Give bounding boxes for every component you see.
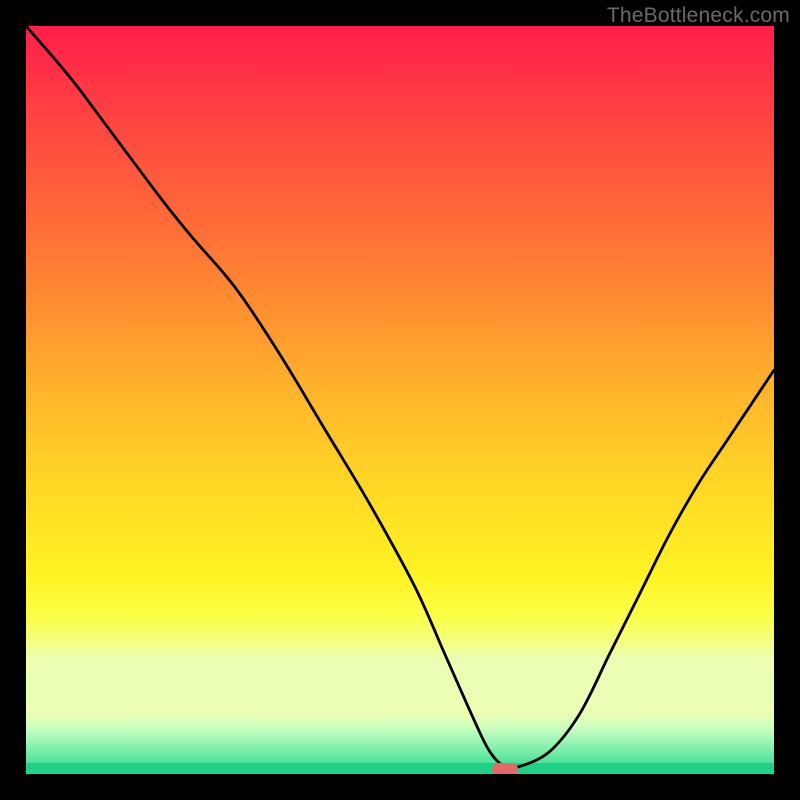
curve-svg [26, 26, 774, 774]
plot-area [26, 26, 774, 774]
optimum-marker [492, 763, 518, 774]
watermark-label: TheBottleneck.com [607, 4, 790, 28]
bottleneck-curve-path [26, 26, 774, 768]
chart-frame: TheBottleneck.com [0, 0, 800, 800]
